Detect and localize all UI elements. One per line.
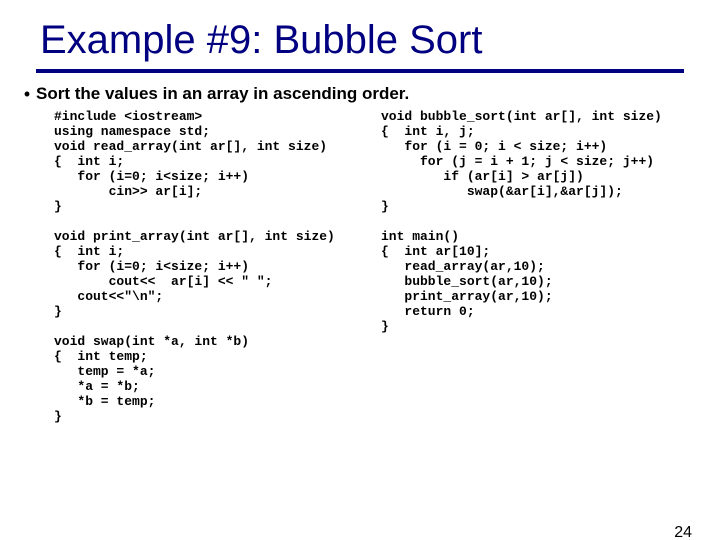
code-block-swap: void swap(int *a, int *b) { int temp; te… (54, 334, 357, 424)
bullet-marker: • (18, 83, 36, 105)
spacer (54, 319, 357, 334)
code-columns: #include <iostream> using namespace std;… (54, 109, 684, 424)
slide-body: • Sort the values in an array in ascendi… (18, 83, 684, 424)
slide: Example #9: Bubble Sort • Sort the value… (0, 18, 720, 540)
spacer (54, 214, 357, 229)
bullet-text: Sort the values in an array in ascending… (36, 83, 409, 105)
code-block-bubble-sort: void bubble_sort(int ar[], int size) { i… (381, 109, 684, 214)
bullet-item: • Sort the values in an array in ascendi… (18, 83, 684, 105)
code-column-left: #include <iostream> using namespace std;… (54, 109, 357, 424)
spacer (381, 214, 684, 229)
code-column-right: void bubble_sort(int ar[], int size) { i… (381, 109, 684, 424)
title-underline (36, 69, 684, 73)
page-number: 24 (674, 524, 692, 540)
code-block-print-array: void print_array(int ar[], int size) { i… (54, 229, 357, 319)
code-block-read-array: #include <iostream> using namespace std;… (54, 109, 357, 214)
slide-title: Example #9: Bubble Sort (40, 18, 720, 63)
code-block-main: int main() { int ar[10]; read_array(ar,1… (381, 229, 684, 334)
